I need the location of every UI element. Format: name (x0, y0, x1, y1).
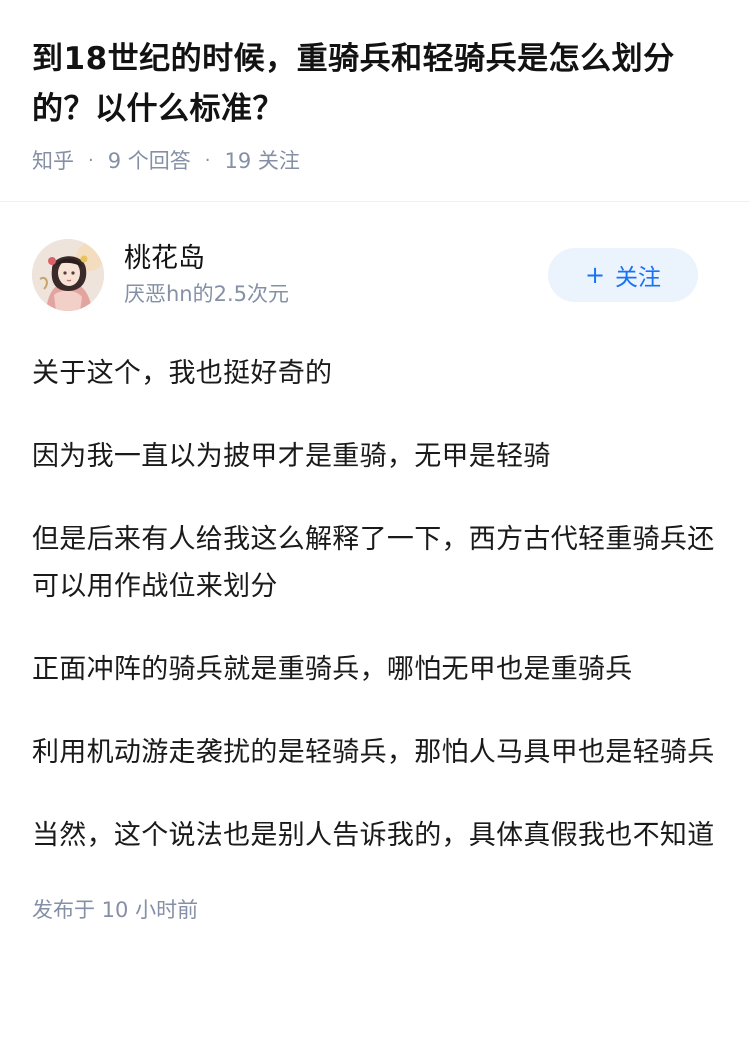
question-header: 到18世纪的时候，重骑兵和轻骑兵是怎么划分的？以什么标准？ 知乎 · 9 个回答… (0, 0, 750, 202)
avatar-image (32, 239, 104, 311)
author-info: 桃花岛 厌恶hn的2.5次元 (124, 241, 289, 309)
answer-paragraph: 但是后来有人给我这么解释了一下，西方古代轻重骑兵还可以用作战位来划分 (32, 524, 715, 602)
meta-separator: · (204, 150, 211, 171)
publish-time: 发布于 10 小时前 (32, 898, 199, 922)
follow-button[interactable]: + 关注 (548, 248, 698, 302)
avatar[interactable] (32, 239, 104, 311)
answer-content: 关于这个，我也挺好奇的 因为我一直以为披甲才是重骑，无甲是轻骑 但是后来有人给我… (32, 350, 718, 859)
question-title[interactable]: 到18世纪的时候，重骑兵和轻骑兵是怎么划分的？以什么标准？ (32, 34, 718, 134)
answers-count[interactable]: 9 个回答 (108, 146, 191, 176)
answer: 桃花岛 厌恶hn的2.5次元 + 关注 关于这个，我也挺好奇的 因为我一直以为披… (0, 202, 750, 925)
answer-paragraph: 关于这个，我也挺好奇的 (32, 358, 333, 389)
answer-paragraph: 利用机动游走袭扰的是轻骑兵，那怕人马具甲也是轻骑兵 (32, 737, 715, 768)
followers-count[interactable]: 19 关注 (225, 146, 300, 176)
follow-button-label: 关注 (615, 265, 662, 291)
author-bio: 厌恶hn的2.5次元 (124, 282, 290, 306)
page: 到18世纪的时候，重骑兵和轻骑兵是怎么划分的？以什么标准？ 知乎 · 9 个回答… (0, 0, 750, 1054)
answer-paragraph: 当然，这个说法也是别人告诉我的，具体真假我也不知道 (32, 820, 715, 851)
question-meta: 知乎 · 9 个回答 · 19 关注 (32, 146, 718, 176)
answer-paragraph: 因为我一直以为披甲才是重骑，无甲是轻骑 (32, 441, 551, 472)
source-label[interactable]: 知乎 (32, 146, 74, 176)
meta-separator: · (88, 150, 94, 171)
answer-paragraph: 正面冲阵的骑兵就是重骑兵，哪怕无甲也是重骑兵 (32, 654, 633, 685)
plus-icon: + (584, 261, 606, 289)
author-row: 桃花岛 厌恶hn的2.5次元 + 关注 (32, 202, 718, 348)
author-name[interactable]: 桃花岛 (124, 241, 289, 277)
